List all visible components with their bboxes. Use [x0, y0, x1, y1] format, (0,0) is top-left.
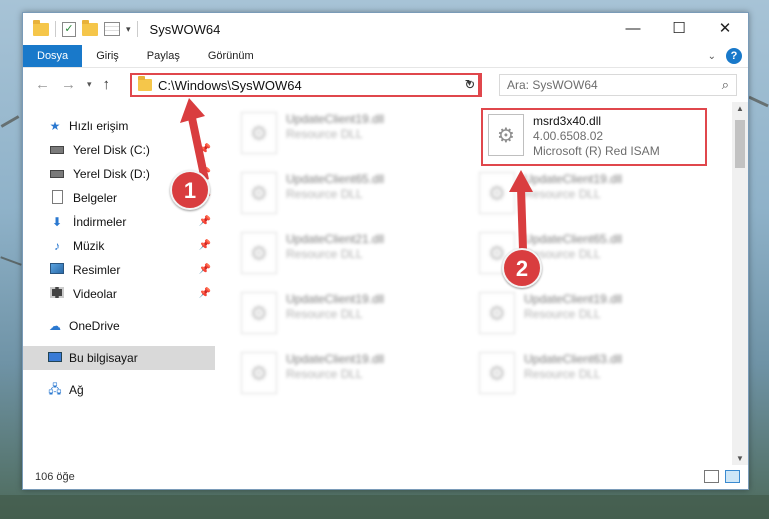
forward-arrow-icon[interactable]: →: [61, 76, 76, 93]
explorer-window: ✓ ▾ SysWOW64 — ☐ ✕ Dosya Giriş Paylaş Gö…: [22, 12, 749, 490]
tab-share[interactable]: Paylaş: [133, 45, 194, 67]
videos-icon: [50, 287, 64, 298]
dll-file-icon: ⚙: [241, 232, 277, 274]
folder-icon: [33, 19, 49, 36]
scroll-up-icon[interactable]: ▲: [732, 104, 748, 113]
documents-icon: [51, 189, 63, 204]
file-list: ⚙ UpdateClient19.dll Resource DLL ⚙ Updat…: [215, 102, 748, 465]
sidebar-item-quick-access[interactable]: ★ Hızlı erişim: [23, 114, 215, 138]
sidebar-item-this-pc[interactable]: Bu bilgisayar: [23, 346, 215, 370]
computer-icon: [48, 352, 62, 362]
scrollbar-thumb[interactable]: [735, 120, 745, 168]
sidebar-item-pictures[interactable]: Resimler 📌: [23, 258, 215, 282]
address-bar[interactable]: C:\Windows\SysWOW64 ▾: [130, 73, 480, 97]
file-version: 4.00.6508.02: [533, 129, 604, 143]
list-item[interactable]: ⚙ UpdateClient19.dll Resource DLL: [241, 348, 469, 404]
dll-file-icon: ⚙: [241, 172, 277, 214]
window-controls: — ☐ ✕: [610, 13, 748, 43]
address-path[interactable]: C:\Windows\SysWOW64: [158, 78, 302, 93]
list-item[interactable]: ⚙ UpdateClient19.dll Resource DLL: [241, 288, 469, 344]
cloud-icon: ☁: [49, 319, 61, 333]
close-button[interactable]: ✕: [702, 13, 748, 43]
ribbon-tabs: Dosya Giriş Paylaş Görünüm ⌄ ?: [23, 45, 748, 67]
search-input[interactable]: Ara: SysWOW64 ⌕: [499, 74, 737, 96]
help-icon[interactable]: ?: [726, 48, 742, 64]
step-1-badge: 1: [170, 170, 210, 210]
customize-view-icon[interactable]: [104, 22, 120, 36]
status-bar: 106 öğe: [23, 465, 748, 489]
maximize-button[interactable]: ☐: [656, 13, 702, 43]
refresh-icon[interactable]: ↻: [460, 73, 482, 97]
dll-file-icon: ⚙: [241, 352, 277, 394]
minimize-button[interactable]: —: [610, 13, 656, 43]
drive-icon: [50, 146, 64, 154]
list-item[interactable]: ⚙ UpdateClient19.dll Resource DLL: [479, 168, 707, 224]
sidebar-item-network[interactable]: 🖧 Ağ: [23, 378, 215, 402]
scroll-down-icon[interactable]: ▼: [732, 454, 748, 463]
customize-dropdown-icon[interactable]: ▾: [126, 24, 131, 35]
sidebar-item-music[interactable]: ♪ Müzik 📌: [23, 234, 215, 258]
expand-ribbon-icon[interactable]: ⌄: [708, 51, 716, 62]
folder-icon: [138, 76, 152, 91]
tab-view[interactable]: Görünüm: [194, 45, 268, 67]
list-item[interactable]: ⚙ UpdateClient63.dll Resource DLL: [479, 348, 707, 404]
pictures-icon: [50, 263, 64, 274]
pin-icon[interactable]: 📌: [199, 240, 211, 251]
pin-icon[interactable]: 📌: [199, 264, 211, 275]
pin-icon[interactable]: 📌: [199, 288, 211, 299]
file-name: msrd3x40.dll: [533, 114, 602, 128]
search-placeholder: Ara: SysWOW64: [507, 78, 598, 92]
navigation-pane: ★ Hızlı erişim Yerel Disk (C:) 📌 Yerel D…: [23, 102, 215, 465]
list-item[interactable]: ⚙ UpdateClient19.dll Resource DLL: [241, 108, 469, 164]
highlighted-file-msrd3x40[interactable]: ⚙ msrd3x40.dll 4.00.6508.02 Microsoft (R…: [481, 108, 707, 166]
dll-file-icon: ⚙: [479, 172, 515, 214]
dll-file-icon: ⚙: [241, 292, 277, 334]
star-icon: ★: [49, 119, 61, 133]
dll-file-icon: ⚙: [479, 352, 515, 394]
drive-icon: [50, 170, 64, 178]
properties-check-icon[interactable]: ✓: [62, 21, 76, 37]
navigation-bar: ← → ▾ ↑ C:\Windows\SysWOW64 ▾ ↻ Ara: Sys…: [23, 67, 748, 101]
step-2-badge: 2: [502, 248, 542, 288]
sidebar-item-local-disk-c[interactable]: Yerel Disk (C:) 📌: [23, 138, 215, 162]
up-arrow-icon[interactable]: ↑: [103, 76, 111, 93]
large-icons-view-icon[interactable]: [725, 470, 740, 483]
pin-icon[interactable]: 📌: [199, 216, 211, 227]
sidebar-item-downloads[interactable]: ⬇ İndirmeler 📌: [23, 210, 215, 234]
list-item[interactable]: ⚙ UpdateClient65.dll Resource DLL: [241, 168, 469, 224]
back-arrow-icon[interactable]: ←: [35, 76, 50, 93]
pin-icon[interactable]: 📌: [199, 144, 211, 155]
list-item[interactable]: ⚙ UpdateClient19.dll Resource DLL: [479, 288, 707, 344]
network-icon: 🖧: [48, 381, 62, 396]
search-icon[interactable]: ⌕: [722, 75, 729, 95]
dll-file-icon: ⚙: [241, 112, 277, 154]
dll-file-icon: ⚙: [488, 114, 524, 156]
tab-file[interactable]: Dosya: [23, 45, 83, 67]
downloads-icon: ⬇: [51, 215, 63, 229]
vertical-scrollbar[interactable]: ▲ ▼: [732, 102, 748, 465]
window-title: SysWOW64: [149, 21, 221, 37]
tab-home[interactable]: Giriş: [82, 45, 133, 67]
recent-locations-icon[interactable]: ▾: [87, 79, 92, 90]
item-count: 106 öğe: [35, 471, 75, 483]
sidebar-item-onedrive[interactable]: ☁ OneDrive: [23, 314, 215, 338]
quick-access-toolbar: ✓ ▾ SysWOW64: [23, 19, 221, 37]
new-folder-icon[interactable]: [82, 19, 98, 36]
file-description: Microsoft (R) Red ISAM: [533, 144, 660, 158]
dll-file-icon: ⚙: [479, 292, 515, 334]
details-view-icon[interactable]: [704, 470, 719, 483]
sidebar-item-videos[interactable]: Videolar 📌: [23, 282, 215, 306]
title-bar: ✓ ▾ SysWOW64 — ☐ ✕: [23, 13, 748, 45]
list-item[interactable]: ⚙ UpdateClient21.dll Resource DLL: [241, 228, 469, 284]
music-icon: ♪: [54, 239, 60, 253]
